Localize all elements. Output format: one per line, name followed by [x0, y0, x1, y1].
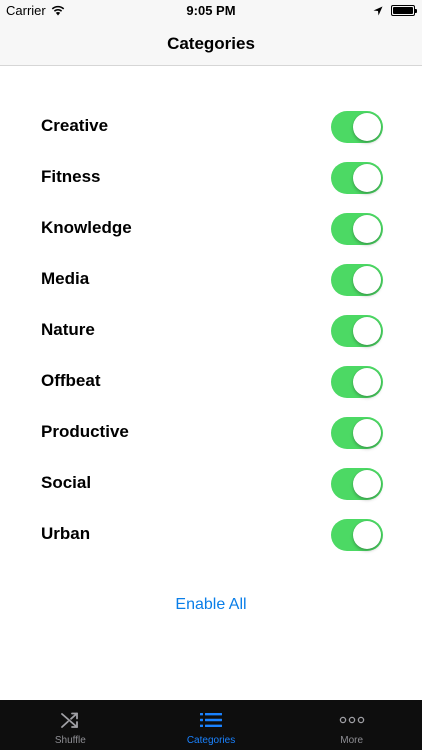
category-row-media: Media — [0, 254, 422, 305]
location-arrow-icon — [373, 6, 383, 15]
status-bar: Carrier 9:05 PM — [0, 0, 422, 22]
social-toggle[interactable] — [331, 468, 383, 500]
media-toggle[interactable] — [331, 264, 383, 296]
urban-toggle[interactable] — [331, 519, 383, 551]
nature-toggle[interactable] — [331, 315, 383, 347]
category-list: Creative Fitness Knowledge Media Nature … — [0, 101, 422, 560]
toggle-knob — [353, 266, 381, 294]
knowledge-toggle[interactable] — [331, 213, 383, 245]
category-label: Knowledge — [41, 218, 132, 237]
creative-toggle[interactable] — [331, 111, 383, 143]
list-icon — [200, 710, 222, 730]
category-label: Offbeat — [41, 371, 101, 390]
battery-fill — [393, 7, 413, 14]
tab-label: More — [340, 735, 364, 746]
toggle-knob — [353, 215, 381, 243]
battery-icon — [391, 5, 417, 16]
category-label: Media — [41, 269, 90, 288]
category-row-knowledge: Knowledge — [0, 203, 422, 254]
shuffle-icon — [60, 710, 80, 730]
fitness-toggle[interactable] — [331, 162, 383, 194]
page-title: Categories — [167, 34, 255, 53]
category-label: Fitness — [41, 167, 101, 186]
tab-label: Shuffle — [54, 735, 86, 746]
category-row-urban: Urban — [0, 509, 422, 560]
toggle-knob — [353, 113, 381, 141]
toggle-knob — [353, 317, 381, 345]
tab-bar: Shuffle Categories More — [0, 700, 422, 750]
status-right — [373, 5, 417, 16]
status-time: 9:05 PM — [186, 3, 236, 18]
tab-categories[interactable]: Categories — [141, 700, 282, 750]
category-label: Productive — [41, 422, 129, 441]
toggle-knob — [353, 164, 381, 192]
category-row-nature: Nature — [0, 305, 422, 356]
category-label: Social — [41, 473, 92, 492]
toggle-knob — [353, 368, 381, 396]
toggle-knob — [353, 419, 381, 447]
category-label: Creative — [41, 116, 109, 135]
category-label: Urban — [41, 524, 91, 543]
more-icon — [339, 710, 365, 730]
enable-all-button[interactable]: Enable All — [0, 596, 422, 614]
category-row-productive: Productive — [0, 407, 422, 458]
offbeat-toggle[interactable] — [331, 366, 383, 398]
tab-shuffle[interactable]: Shuffle — [0, 700, 141, 750]
productive-toggle[interactable] — [331, 417, 383, 449]
category-label: Nature — [41, 320, 95, 339]
category-row-social: Social — [0, 458, 422, 509]
toggle-knob — [353, 470, 381, 498]
tab-label: Categories — [186, 735, 236, 746]
toggle-knob — [353, 521, 381, 549]
navigation-bar: Categories — [0, 22, 422, 66]
tab-more[interactable]: More — [281, 700, 422, 750]
category-row-offbeat: Offbeat — [0, 356, 422, 407]
category-row-creative: Creative — [0, 101, 422, 152]
category-row-fitness: Fitness — [0, 152, 422, 203]
